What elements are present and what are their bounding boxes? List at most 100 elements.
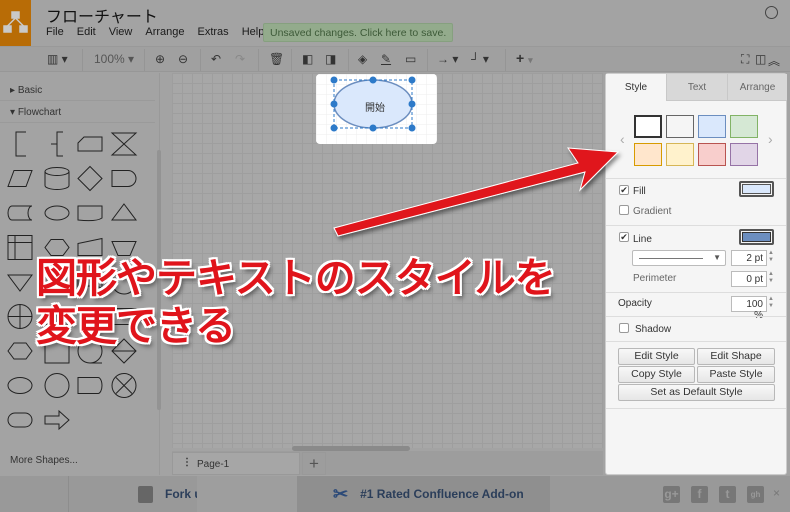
shadow-checkbox[interactable] xyxy=(619,323,629,333)
line-color-icon[interactable]: ✎ xyxy=(381,52,391,66)
zoom-in-icon[interactable]: ⊕ xyxy=(155,52,165,66)
hexagon-shape-icon[interactable] xyxy=(7,342,33,360)
card-shape-icon[interactable] xyxy=(77,136,103,152)
waypoints-icon[interactable]: ┘ ▾ xyxy=(471,52,489,66)
more-shapes-link[interactable]: More Shapes... xyxy=(10,455,78,466)
style-swatch[interactable] xyxy=(730,115,758,138)
tab-arrange[interactable]: Arrange xyxy=(727,74,787,101)
line-checkbox[interactable]: ✔ xyxy=(619,232,629,242)
style-swatch[interactable] xyxy=(634,143,662,166)
bracket-left-shape-icon[interactable] xyxy=(15,131,26,157)
format-panel-icon[interactable]: ▥ ▾ xyxy=(47,52,68,66)
panel-toggle-icon[interactable]: ◫ xyxy=(755,52,766,66)
menu-view[interactable]: View xyxy=(109,26,133,38)
line-pattern-select[interactable]: ▼ xyxy=(632,250,726,266)
copy-style-button[interactable]: Copy Style xyxy=(618,366,695,383)
swatch-next-icon[interactable]: › xyxy=(768,131,773,147)
style-swatch[interactable] xyxy=(634,115,662,138)
or-shape-icon[interactable] xyxy=(7,304,33,329)
set-default-style-button[interactable]: Set as Default Style xyxy=(618,384,775,401)
zoom-out-icon[interactable]: ⊖ xyxy=(178,52,188,66)
opacity-stepper[interactable]: ▲ ▼ xyxy=(768,296,776,312)
collate-shape-icon[interactable] xyxy=(110,132,138,156)
twitter-icon[interactable]: t xyxy=(719,486,736,503)
diamond-shape-icon[interactable] xyxy=(77,165,103,192)
tab-style[interactable]: Style xyxy=(606,74,666,101)
swatch-prev-icon[interactable]: ‹ xyxy=(620,131,625,147)
menu-arrange[interactable]: Arrange xyxy=(145,26,184,38)
add-page-button[interactable]: + xyxy=(302,452,326,475)
annotation-text-line2: 変更できる xyxy=(36,302,236,350)
app-logo[interactable] xyxy=(0,0,31,46)
google-plus-icon[interactable]: g+ xyxy=(663,486,680,503)
document-title[interactable]: フローチャート xyxy=(46,3,158,27)
perimeter-stepper[interactable]: ▲ ▼ xyxy=(768,271,776,287)
divider xyxy=(606,225,786,226)
redo-icon[interactable]: ↷ xyxy=(235,52,245,66)
menu-edit[interactable]: Edit xyxy=(77,26,96,38)
circle-shape-icon[interactable] xyxy=(44,373,70,398)
undo-icon[interactable]: ↶ xyxy=(211,52,221,66)
tab-text[interactable]: Text xyxy=(666,74,727,101)
page-tab[interactable]: ⋮ Page-1 xyxy=(172,452,300,475)
zoom-select[interactable]: 100% ▾ xyxy=(94,52,134,66)
style-swatch[interactable] xyxy=(666,143,694,166)
opacity-input[interactable]: 100 % xyxy=(731,296,767,321)
language-globe-icon[interactable] xyxy=(765,6,778,19)
cylinder-shape-icon[interactable] xyxy=(44,167,70,190)
to-back-icon[interactable]: ◨ xyxy=(325,52,336,66)
selected-shape-highlight: 開始 xyxy=(316,74,437,144)
gradient-checkbox[interactable] xyxy=(619,205,629,215)
ellipse-shape-icon[interactable] xyxy=(7,377,33,394)
close-icon[interactable]: × xyxy=(773,486,780,500)
style-swatch[interactable] xyxy=(666,115,694,138)
menu-help[interactable]: Help xyxy=(242,26,265,38)
line-width-stepper[interactable]: ▲ ▼ xyxy=(768,250,776,266)
style-swatch[interactable] xyxy=(698,143,726,166)
github-small-icon[interactable]: gh xyxy=(747,486,764,503)
triangle-down-shape-icon[interactable] xyxy=(7,274,33,292)
line-color-button[interactable] xyxy=(739,229,774,245)
facebook-icon[interactable]: f xyxy=(691,486,708,503)
menu-file[interactable]: File xyxy=(46,26,64,38)
menu-extras[interactable]: Extras xyxy=(198,26,229,38)
confluence-link[interactable]: ✂ #1 Rated Confluence Add-on xyxy=(333,476,524,512)
internal-storage-shape-icon[interactable] xyxy=(7,235,33,260)
shadow-icon[interactable]: ▭ xyxy=(405,52,416,66)
fill-checkbox[interactable]: ✔ xyxy=(619,185,629,195)
ellipse-ish-shape-icon[interactable] xyxy=(44,205,70,221)
line-width-input[interactable]: 2 pt xyxy=(731,250,767,266)
edit-style-button[interactable]: Edit Style xyxy=(618,348,695,365)
tape-shape-icon[interactable] xyxy=(77,205,103,222)
zoom-value: 100% xyxy=(94,52,125,66)
delay-shape-icon[interactable] xyxy=(111,170,137,187)
bracket-mid-shape-icon[interactable] xyxy=(51,131,63,157)
section-basic[interactable]: ▸ Basic xyxy=(0,79,155,101)
line-label: Line xyxy=(633,234,652,245)
summing-junction-shape-icon[interactable] xyxy=(111,373,137,398)
delete-icon[interactable]: 🗑 xyxy=(269,52,284,66)
fullscreen-icon[interactable]: ⛶ xyxy=(741,52,749,67)
paste-style-button[interactable]: Paste Style xyxy=(697,366,775,383)
terminator-shape-icon[interactable] xyxy=(7,412,33,428)
perimeter-input[interactable]: 0 pt xyxy=(731,271,767,287)
style-swatch[interactable] xyxy=(698,115,726,138)
gradient-label: Gradient xyxy=(633,206,672,217)
collapse-icon[interactable]: ︽ xyxy=(768,52,780,69)
to-front-icon[interactable]: ◧ xyxy=(302,52,313,66)
parallelogram-shape-icon[interactable] xyxy=(7,170,33,187)
section-flowchart[interactable]: ▾ Flowchart xyxy=(0,101,155,123)
connection-icon[interactable]: → ▾ xyxy=(437,52,458,66)
fill-color-icon[interactable]: ◈ xyxy=(358,52,367,66)
shape-label[interactable]: 開始 xyxy=(365,99,385,114)
arrow-shape-icon[interactable] xyxy=(44,409,70,431)
style-swatch[interactable] xyxy=(730,143,758,166)
insert-icon[interactable]: + ▾ xyxy=(516,50,533,66)
unsaved-changes-button[interactable]: Unsaved changes. Click here to save. xyxy=(263,23,454,42)
stored-data-shape-icon[interactable] xyxy=(7,205,33,221)
edit-shape-button[interactable]: Edit Shape xyxy=(697,348,775,365)
display-shape-icon[interactable] xyxy=(77,377,103,394)
fill-color-button[interactable] xyxy=(739,181,774,197)
triangle-shape-icon[interactable] xyxy=(111,203,137,221)
page-menu-icon[interactable]: ⋮ xyxy=(182,457,192,468)
